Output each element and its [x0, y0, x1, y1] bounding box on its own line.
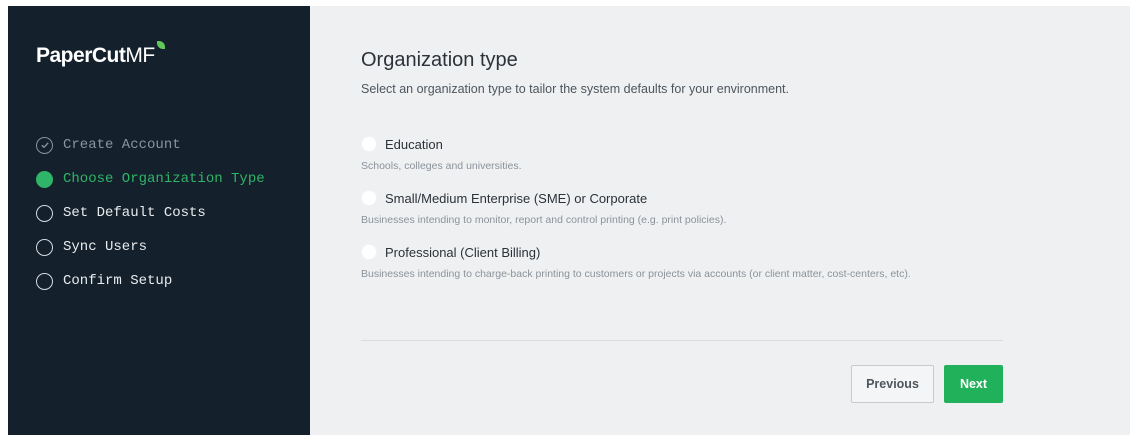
logo-text-mf: MF	[125, 44, 155, 67]
footer-divider	[361, 340, 1003, 341]
sidebar: PaperCut MF Create Account Choose Organi…	[8, 6, 310, 435]
organization-type-options: Education Schools, colleges and universi…	[361, 133, 911, 295]
step-label: Create Account	[63, 137, 181, 153]
option-label[interactable]: Education	[385, 137, 443, 152]
option-description: Businesses intending to charge-back prin…	[361, 268, 911, 280]
step-create-account: Create Account	[36, 128, 265, 162]
option-description: Schools, colleges and universities.	[361, 160, 522, 172]
leaf-icon	[156, 41, 165, 49]
logo-text-papercut: PaperCut	[36, 44, 126, 67]
active-step-icon	[36, 170, 53, 188]
step-label: Sync Users	[63, 239, 148, 255]
option-label[interactable]: Small/Medium Enterprise (SME) or Corpora…	[385, 191, 647, 206]
step-confirm-setup: Confirm Setup	[36, 264, 265, 298]
option-sme-corporate: Small/Medium Enterprise (SME) or Corpora…	[361, 187, 911, 241]
radio-education[interactable]	[361, 136, 377, 152]
check-circle-icon	[36, 136, 53, 154]
empty-circle-icon	[36, 272, 53, 290]
step-choose-organization-type: Choose Organization Type	[36, 162, 265, 196]
next-button[interactable]: Next	[944, 365, 1003, 403]
radio-professional[interactable]	[361, 244, 377, 260]
option-description: Businesses intending to monitor, report …	[361, 214, 727, 226]
papercut-logo: PaperCut MF	[36, 41, 165, 68]
option-education: Education Schools, colleges and universi…	[361, 133, 911, 187]
option-professional: Professional (Client Billing) Businesses…	[361, 241, 911, 295]
step-label: Choose Organization Type	[63, 171, 265, 187]
page-subtitle: Select an organization type to tailor th…	[361, 82, 790, 96]
step-sync-users: Sync Users	[36, 230, 265, 264]
option-label[interactable]: Professional (Client Billing)	[385, 245, 540, 260]
wizard-steps: Create Account Choose Organization Type …	[36, 128, 265, 298]
step-set-default-costs: Set Default Costs	[36, 196, 265, 230]
page-title: Organization type	[361, 49, 518, 71]
main-panel: Organization type Select an organization…	[310, 6, 1130, 435]
empty-circle-icon	[36, 204, 53, 222]
step-label: Set Default Costs	[63, 205, 206, 221]
step-label: Confirm Setup	[63, 273, 173, 289]
previous-button[interactable]: Previous	[851, 365, 934, 403]
empty-circle-icon	[36, 238, 53, 256]
setup-wizard: PaperCut MF Create Account Choose Organi…	[8, 6, 1130, 435]
radio-sme-corporate[interactable]	[361, 190, 377, 206]
